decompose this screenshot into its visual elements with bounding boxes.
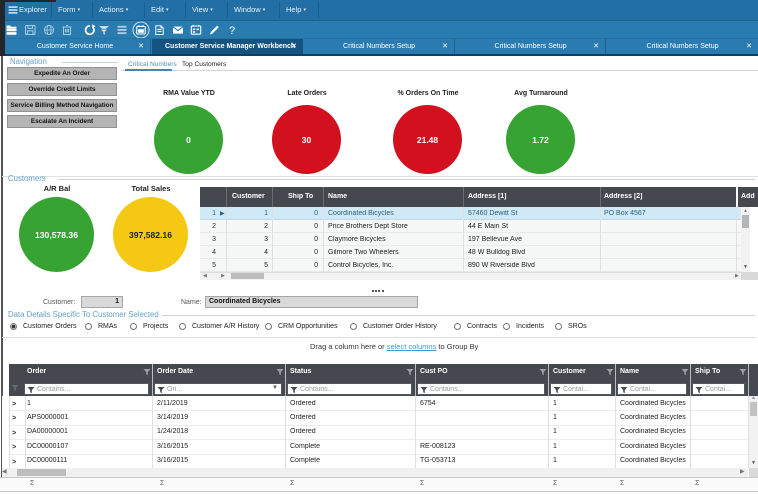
svg-text:?: ? — [229, 25, 235, 37]
